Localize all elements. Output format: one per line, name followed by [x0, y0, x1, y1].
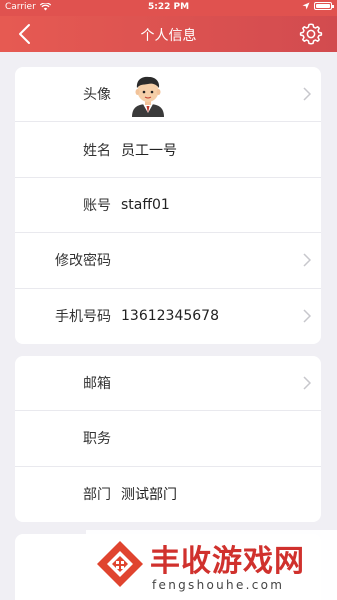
position-label: 职务 [83, 431, 111, 448]
work-section: 邮箱 职务 部门 测试部门 [15, 356, 321, 522]
gear-icon[interactable] [299, 22, 323, 46]
avatar-row[interactable]: 头像 [15, 67, 321, 123]
account-value: staff01 [121, 196, 170, 213]
watermark-title: 丰收游戏网 [150, 544, 305, 579]
position-row: 职务 [15, 411, 321, 467]
department-row: 部门 测试部门 [15, 467, 321, 522]
name-label: 姓名 [83, 142, 111, 159]
watermark-subtitle: fengshouhe.com [152, 578, 285, 592]
department-label: 部门 [83, 487, 111, 504]
avatar[interactable] [128, 73, 168, 117]
email-row[interactable]: 邮箱 [15, 356, 321, 412]
change-password-row[interactable]: 修改密码 [15, 233, 321, 289]
avatar-label: 头像 [83, 87, 111, 104]
chevron-right-icon [303, 376, 311, 390]
account-label: 账号 [83, 197, 111, 214]
watermark: 丰收游戏网 fengshouhe.com [86, 530, 337, 600]
location-arrow-icon [302, 2, 310, 10]
department-value: 测试部门 [121, 487, 177, 504]
chevron-right-icon [303, 253, 311, 267]
email-label: 邮箱 [83, 376, 111, 393]
status-right [302, 2, 334, 10]
chevron-right-icon [303, 309, 311, 323]
account-row: 账号 staff01 [15, 178, 321, 234]
chevron-right-icon [303, 87, 311, 101]
phone-label: 手机号码 [55, 309, 111, 326]
battery-icon [314, 2, 334, 10]
house-logo-icon [97, 541, 143, 587]
phone-value: 13612345678 [121, 308, 219, 325]
name-value: 员工一号 [121, 142, 177, 159]
status-time: 5:22 PM [147, 2, 190, 12]
profile-section: 头像 姓名 员工一号 账号 staff01 修改密码 手机号码 13612345… [15, 67, 321, 344]
page-title: 个人信息 [140, 28, 197, 44]
phone-row[interactable]: 手机号码 13612345678 [15, 289, 321, 344]
navigation-bar: 个人信息 [0, 16, 337, 52]
status-bar: Carrier 5:22 PM [0, 0, 337, 16]
change-password-label: 修改密码 [55, 253, 111, 270]
name-row: 姓名 员工一号 [15, 122, 321, 178]
